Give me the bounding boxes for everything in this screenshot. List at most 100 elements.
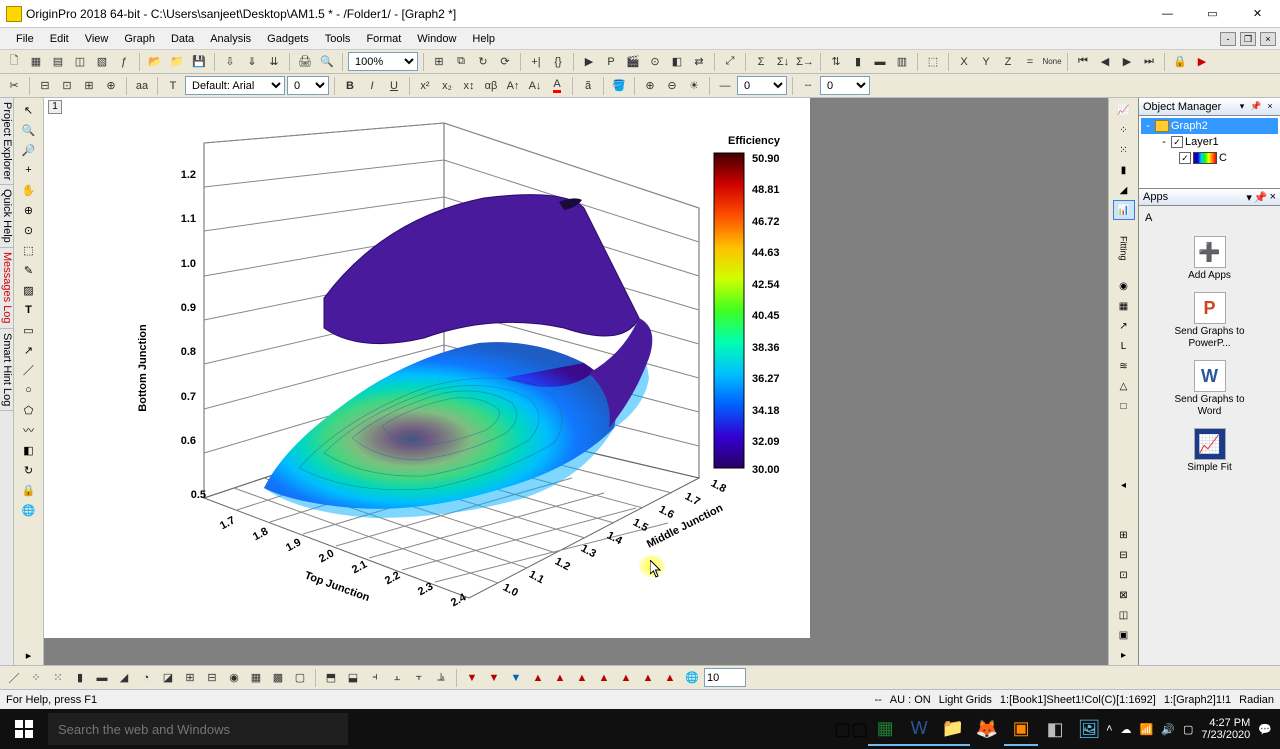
font-name-combo[interactable]: Default: Arial: [185, 76, 285, 95]
tray-up-icon[interactable]: ˄: [1106, 723, 1112, 735]
mdi-restore-button[interactable]: ❐: [1240, 32, 1256, 46]
om-pin-button[interactable]: 📌: [1250, 101, 1262, 113]
stock-button[interactable]: L: [1113, 336, 1135, 356]
wire-tool2[interactable]: ▩: [268, 668, 288, 688]
rotate-button[interactable]: 🌐: [682, 668, 702, 688]
group6-button[interactable]: ▣: [1113, 625, 1135, 645]
menu-tools[interactable]: Tools: [317, 31, 359, 47]
status-au[interactable]: AU : ON: [890, 694, 931, 706]
plane-c-button[interactable]: ▲: [638, 668, 658, 688]
print-preview-button[interactable]: 🔍: [317, 52, 337, 72]
new-function-button[interactable]: ƒ: [114, 52, 134, 72]
object-manager-header[interactable]: Object Manager ▾ 📌 ×: [1139, 98, 1280, 116]
ternary-button[interactable]: △: [1113, 376, 1135, 396]
column-plot2-button[interactable]: ▮: [1113, 160, 1135, 180]
tray-date[interactable]: 7/23/2020: [1201, 729, 1250, 741]
mask-button[interactable]: ⬚: [923, 52, 943, 72]
new-excel-button[interactable]: ▤: [48, 52, 68, 72]
refresh-button[interactable]: ↻: [473, 52, 493, 72]
merge-button[interactable]: ⊟: [35, 76, 55, 96]
mask-tool[interactable]: ▨: [18, 280, 40, 300]
layer-badge[interactable]: 1: [48, 100, 62, 114]
duplicate-button[interactable]: ⧉: [451, 52, 471, 72]
3d-tool2[interactable]: ◪: [158, 668, 178, 688]
tree-layer-row[interactable]: - ✓ Layer1: [1141, 134, 1278, 150]
import-wizard-button[interactable]: ⇩: [220, 52, 240, 72]
freehand-tool[interactable]: 〰: [18, 420, 40, 440]
smart-hint-tab[interactable]: Smart Hint Log: [0, 329, 13, 411]
contour-button[interactable]: ◉: [1113, 276, 1135, 296]
taskbar-word-icon[interactable]: W: [902, 712, 936, 746]
line-width-combo[interactable]: 0: [737, 76, 787, 95]
polygon-tool[interactable]: ⬠: [18, 400, 40, 420]
print-button[interactable]: 🖨: [295, 52, 315, 72]
group-front-button[interactable]: ⬒: [321, 668, 341, 688]
underline-button[interactable]: U: [384, 76, 404, 96]
arrow-tool[interactable]: ↗: [18, 340, 40, 360]
bar-plot-button[interactable]: ▬: [870, 52, 890, 72]
column-tool2[interactable]: ▮: [70, 668, 90, 688]
apps-close-button[interactable]: ×: [1270, 191, 1276, 204]
line-scatter-tool2[interactable]: ⁙: [48, 668, 68, 688]
extract-button[interactable]: ⊡: [57, 76, 77, 96]
menu-data[interactable]: Data: [163, 31, 202, 47]
plane-b-button[interactable]: ▲: [616, 668, 636, 688]
new-workbook-button[interactable]: ▦: [26, 52, 46, 72]
tray-notifications-icon[interactable]: 💬: [1258, 723, 1272, 736]
layer-checkbox[interactable]: ✓: [1171, 136, 1183, 148]
status-angle[interactable]: Radian: [1239, 694, 1274, 706]
menu-analysis[interactable]: Analysis: [202, 31, 259, 47]
group5-button[interactable]: ◫: [1113, 605, 1135, 625]
new-layout-button[interactable]: ⊞: [429, 52, 449, 72]
tree-series-row[interactable]: ✓ C: [1141, 150, 1278, 166]
task-view-button[interactable]: ▢▢: [834, 712, 868, 746]
plane-y-button[interactable]: ▼: [484, 668, 504, 688]
first-button[interactable]: ⏮: [1073, 52, 1093, 72]
scale-out-button[interactable]: ⊖: [662, 76, 682, 96]
histogram-button[interactable]: ▥: [892, 52, 912, 72]
graph-window[interactable]: 1: [44, 98, 810, 638]
menu-format[interactable]: Format: [358, 31, 409, 47]
open-button[interactable]: 📂: [145, 52, 165, 72]
menu-help[interactable]: Help: [464, 31, 503, 47]
rotate-tool[interactable]: ↻: [18, 460, 40, 480]
line-plot-button[interactable]: 📈: [1113, 100, 1135, 120]
group1-button[interactable]: ⊞: [1113, 525, 1135, 545]
import-single-ascii-button[interactable]: ⇓: [242, 52, 262, 72]
rescale-button[interactable]: ⤢: [720, 52, 740, 72]
line-tool2[interactable]: ／: [4, 668, 24, 688]
plane-x-button[interactable]: ▼: [462, 668, 482, 688]
antialias-button[interactable]: aa: [132, 76, 152, 96]
pie-tool2[interactable]: ◔: [136, 668, 156, 688]
plane-a-button[interactable]: ▲: [594, 668, 614, 688]
add-column-button[interactable]: +|: [526, 52, 546, 72]
collapse-right-button[interactable]: ◂: [1113, 475, 1135, 495]
none-button[interactable]: None: [1042, 52, 1062, 72]
app-send-word[interactable]: W Send Graphs to Word: [1165, 360, 1255, 418]
templates-button[interactable]: ▢: [290, 668, 310, 688]
bar-tool2[interactable]: ▬: [92, 668, 112, 688]
import-multi-ascii-button[interactable]: ⇊: [264, 52, 284, 72]
group4-button[interactable]: ⊠: [1113, 585, 1135, 605]
font-size-combo[interactable]: 0: [287, 76, 329, 95]
align-top-button[interactable]: ⫟: [409, 668, 429, 688]
mdi-minimize-button[interactable]: -: [1220, 32, 1236, 46]
close-button[interactable]: ✕: [1235, 1, 1280, 27]
menu-file[interactable]: File: [8, 31, 42, 47]
3d-rotate-tool[interactable]: 🌐: [18, 500, 40, 520]
plane-d-button[interactable]: ▲: [660, 668, 680, 688]
text-color-button[interactable]: A: [547, 76, 567, 96]
status-grids[interactable]: Light Grids: [939, 694, 992, 706]
waterfall-button[interactable]: ≋: [1113, 356, 1135, 376]
maximize-button[interactable]: ▭: [1190, 1, 1235, 27]
contour-tool2[interactable]: ◉: [224, 668, 244, 688]
stats-tool2[interactable]: ⊞: [180, 668, 200, 688]
fill-color-button[interactable]: 🪣: [609, 76, 629, 96]
surface-tool2[interactable]: ▦: [246, 668, 266, 688]
open-video-button[interactable]: 🎬: [623, 52, 643, 72]
workspace-canvas[interactable]: 1: [44, 98, 1108, 665]
all-tab-button[interactable]: A: [1145, 212, 1159, 226]
send-to-ppt-button[interactable]: P: [601, 52, 621, 72]
fitting-tab[interactable]: Fitting: [1113, 228, 1135, 268]
scatter-tool2[interactable]: ⁘: [26, 668, 46, 688]
